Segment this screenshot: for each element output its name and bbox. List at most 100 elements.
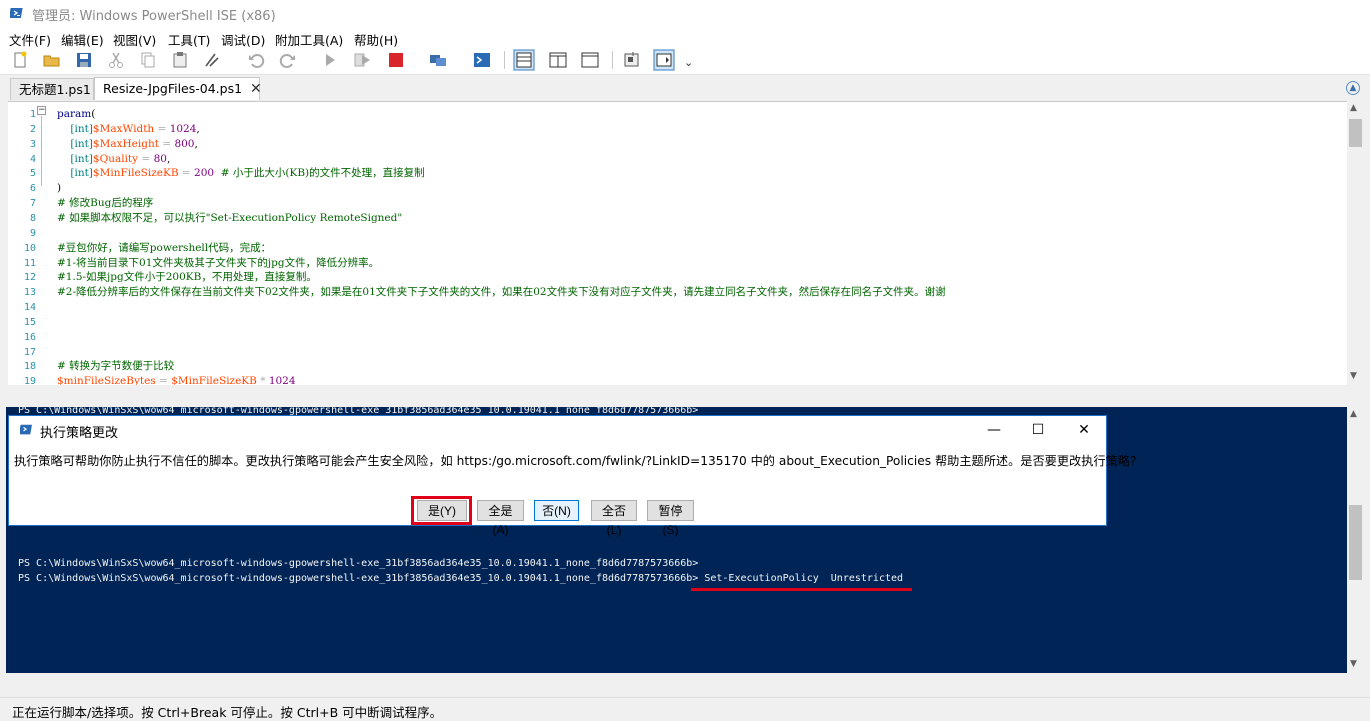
- line-number: 16: [23, 331, 36, 343]
- line-number: 2: [29, 123, 36, 135]
- run-selection-icon[interactable]: [352, 50, 372, 70]
- remote-icon[interactable]: [428, 50, 448, 70]
- suspend-button[interactable]: 暂停(S): [647, 500, 694, 537]
- toolbar-overflow-icon[interactable]: ⌄: [684, 56, 693, 69]
- menu-addons[interactable]: 附加工具(A): [275, 30, 343, 49]
- tab-strip: 无标题1.ps1 Resize-JpgFiles-04.ps1 ✕: [0, 76, 1370, 101]
- code-line[interactable]: 5 [int]$MinFileSizeKB = 200 # 小于此大小(KB)的…: [8, 166, 1347, 181]
- code-line[interactable]: 14: [8, 300, 1347, 315]
- menu-help[interactable]: 帮助(H): [354, 30, 398, 49]
- line-number: 6: [29, 183, 36, 195]
- menu-bar: 文件(F) 编辑(E) 视图(V) 工具(T) 调试(D) 附加工具(A) 帮助…: [0, 28, 1370, 48]
- maximize-icon[interactable]: ☐: [1027, 420, 1049, 440]
- line-number: 7: [29, 198, 36, 210]
- menu-file[interactable]: 文件(F): [9, 30, 51, 49]
- console-prompt: PS C:\Windows\WinSxS\wow64_microsoft-win…: [18, 558, 699, 569]
- console-scroll-thumb[interactable]: [1349, 505, 1362, 580]
- close-icon[interactable]: ✕: [1073, 420, 1095, 440]
- code-line[interactable]: 18 # 转换为字节数便于比较: [8, 359, 1347, 374]
- line-number: 12: [23, 272, 36, 284]
- clear-icon[interactable]: [202, 50, 222, 70]
- line-number: 13: [23, 287, 36, 299]
- dialog-message: 执行策略可帮助你防止执行不信任的脚本。更改执行策略可能会产生安全风险，如 htt…: [14, 454, 1137, 468]
- show-commands-icon[interactable]: [622, 50, 642, 70]
- minimize-icon[interactable]: —: [983, 420, 1005, 440]
- line-number: 10: [23, 242, 36, 254]
- dialog-title: 执行策略更改: [40, 426, 119, 441]
- code-text: # 修改Bug后的程序: [57, 197, 154, 210]
- menu-edit[interactable]: 编辑(E): [61, 30, 104, 49]
- script-editor[interactable]: 1 param(2 [int]$MaxWidth = 1024, 3 [int]$M…: [8, 101, 1347, 386]
- code-text: # 如果脚本权限不足，可以执行"Set-ExecutionPolicy Remo…: [57, 211, 403, 224]
- paste-icon[interactable]: [170, 50, 190, 70]
- powershell-icon: [20, 424, 32, 435]
- powershell-icon[interactable]: [472, 50, 492, 70]
- save-icon[interactable]: [74, 50, 94, 70]
- menu-debug[interactable]: 调试(D): [221, 30, 265, 49]
- code-line[interactable]: 9: [8, 226, 1347, 241]
- redo-icon[interactable]: [278, 50, 298, 70]
- code-line[interactable]: 8 # 如果脚本权限不足，可以执行"Set-ExecutionPolicy Rem…: [8, 211, 1347, 226]
- show-addon-icon[interactable]: [653, 49, 675, 71]
- code-text: # 转换为字节数便于比较: [57, 360, 175, 373]
- code-line[interactable]: 3 [int]$MaxHeight = 800,: [8, 137, 1347, 152]
- layout-top-icon[interactable]: [513, 49, 535, 71]
- pane-splitter[interactable]: [0, 385, 1370, 407]
- layout-right-icon[interactable]: [548, 50, 568, 70]
- scroll-down-icon[interactable]: ▼: [1350, 371, 1357, 381]
- new-file-icon[interactable]: [10, 50, 30, 70]
- line-number: 4: [29, 153, 36, 165]
- code-text: [int]$Quality = 80,: [70, 152, 171, 165]
- code-text: #豆包你好，请编写powershell代码，完成：: [57, 241, 272, 254]
- line-number: 17: [23, 346, 36, 358]
- highlight-box: [411, 496, 472, 525]
- stop-icon[interactable]: [386, 50, 406, 70]
- window-title: 管理员: Windows PowerShell ISE (x86): [32, 9, 276, 24]
- copy-icon[interactable]: [138, 50, 158, 70]
- no-to-all-button[interactable]: 全否(L): [591, 500, 637, 537]
- undo-icon[interactable]: [246, 50, 266, 70]
- toolbar: ⌄: [0, 48, 1370, 75]
- dialog-title-bar: 执行策略更改 — ☐ ✕: [9, 416, 1106, 444]
- toolbar-separator: [612, 51, 613, 69]
- menu-tools[interactable]: 工具(T): [168, 30, 210, 49]
- code-line[interactable]: 15: [8, 315, 1347, 330]
- editor-scrollbar[interactable]: ▲ ▼: [1347, 101, 1364, 385]
- yes-to-all-button[interactable]: 全是(A): [477, 500, 524, 537]
- scroll-down-icon[interactable]: ▼: [1350, 659, 1357, 669]
- title-bar: 管理员: Windows PowerShell ISE (x86): [0, 0, 1370, 28]
- code-line[interactable]: 1 param(: [8, 107, 1347, 122]
- code-text: #1.5-如果jpg文件小于200KB，不用处理，直接复制。: [57, 271, 317, 284]
- line-number: 14: [23, 302, 36, 314]
- tab-label: Resize-JpgFiles-04.ps1: [103, 81, 243, 96]
- run-icon[interactable]: [320, 50, 340, 70]
- collapse-script-pane-icon[interactable]: ▲: [1346, 81, 1360, 95]
- code-line[interactable]: 6): [8, 181, 1347, 196]
- fold-guide: [41, 116, 42, 186]
- code-text: [int]$MaxWidth = 1024,: [70, 122, 200, 135]
- code-line[interactable]: 17: [8, 345, 1347, 360]
- layout-max-icon[interactable]: [580, 50, 600, 70]
- code-text: #1-将当前目录下01文件夹极其子文件夹下的jpg文件，降低分辨率。: [57, 256, 380, 269]
- code-line[interactable]: 13 #2-降低分辨率后的文件保存在当前文件夹下02文件夹，如果是在01文件夹下子…: [8, 285, 1347, 300]
- toolbar-separator: [504, 51, 505, 69]
- close-icon[interactable]: ✕: [250, 81, 262, 97]
- code-line[interactable]: 11 #1-将当前目录下01文件夹极其子文件夹下的jpg文件，降低分辨率。: [8, 256, 1347, 271]
- cut-icon[interactable]: [106, 50, 126, 70]
- code-line[interactable]: 10 #豆包你好，请编写powershell代码，完成：: [8, 241, 1347, 256]
- code-line[interactable]: 4 [int]$Quality = 80,: [8, 152, 1347, 167]
- editor-scroll-thumb[interactable]: [1349, 119, 1362, 147]
- tab-untitled1[interactable]: 无标题1.ps1: [10, 78, 94, 100]
- code-text: ): [57, 182, 62, 195]
- code-line[interactable]: 2 [int]$MaxWidth = 1024,: [8, 122, 1347, 137]
- no-button[interactable]: 否(N): [534, 500, 579, 521]
- code-line[interactable]: 12 #1.5-如果jpg文件小于200KB，不用处理，直接复制。: [8, 270, 1347, 285]
- code-line[interactable]: 16: [8, 330, 1347, 345]
- tab-resize-jpgfiles[interactable]: Resize-JpgFiles-04.ps1 ✕: [94, 77, 262, 100]
- open-icon[interactable]: [42, 50, 62, 70]
- menu-view[interactable]: 视图(V): [113, 30, 156, 49]
- code-line[interactable]: 7 # 修改Bug后的程序: [8, 196, 1347, 211]
- scroll-up-icon[interactable]: ▲: [1350, 103, 1357, 113]
- scroll-up-icon[interactable]: ▲: [1350, 409, 1357, 419]
- fold-toggle-icon[interactable]: −: [37, 106, 46, 115]
